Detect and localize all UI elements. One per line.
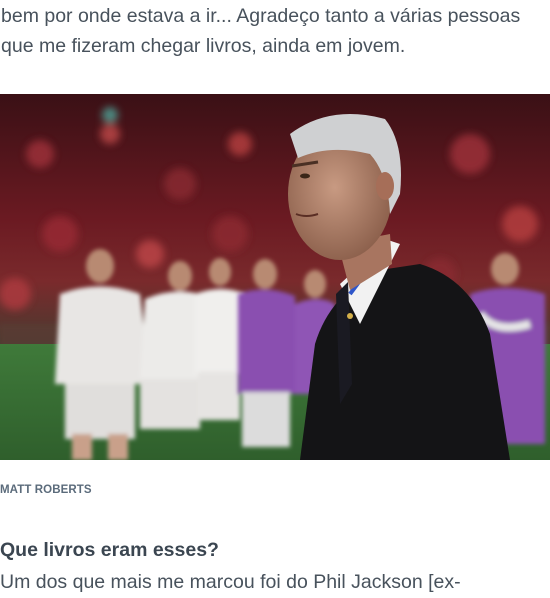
intro-paragraph: bem por onde estava a ir... Agradeço tan… <box>1 5 521 57</box>
image-credit: MATT ROBERTS <box>0 484 92 496</box>
article-photo <box>0 94 550 460</box>
interview-answer: Um dos que mais me marcou foi do Phil Ja… <box>0 571 461 593</box>
interview-question: Que livros eram esses? <box>0 539 219 561</box>
